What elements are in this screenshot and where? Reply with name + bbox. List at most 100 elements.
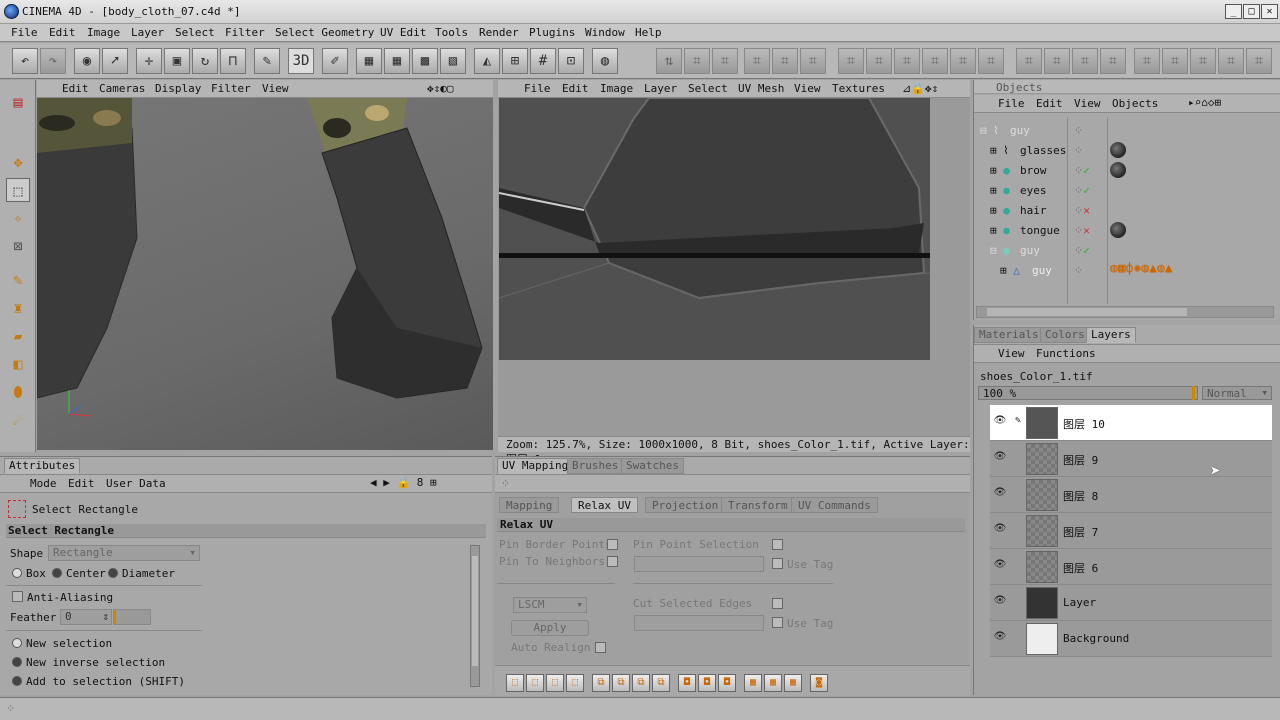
objects-scrollbar[interactable]	[976, 306, 1274, 318]
3d-viewport[interactable]	[37, 98, 493, 450]
material-tag-icon[interactable]	[1110, 162, 1126, 178]
object-row-guy-root[interactable]: ⊟ ⌇ guy ⁘	[974, 120, 1274, 140]
attr-menu-mode[interactable]: Mode	[30, 477, 57, 490]
disabled-tool-13-icon[interactable]: ⌗	[1016, 48, 1042, 74]
subtab-relax-uv[interactable]: Relax UV	[571, 497, 638, 513]
object-row-guy-mesh[interactable]: ⊞ △ guy ⁘ ◍▦ф✺◍▲◍▲	[974, 260, 1274, 280]
disabled-tool-6-icon[interactable]: ⌗	[800, 48, 826, 74]
viewport-menu-display[interactable]: Display	[155, 82, 201, 95]
layer-row-layer[interactable]: 👁 Layer	[990, 585, 1272, 621]
opacity-slider[interactable]: 100 %	[978, 386, 1198, 400]
rotate-icon[interactable]: ↻	[192, 48, 218, 74]
uv-tool-9-icon[interactable]: ◘	[678, 674, 696, 692]
menu-uv-edit[interactable]: UV Edit	[380, 26, 426, 39]
menu-edit[interactable]: Edit	[49, 26, 76, 39]
eye-icon[interactable]: 👁	[992, 487, 1008, 499]
uv-tool-14-icon[interactable]: ▦	[784, 674, 802, 692]
origin-diameter-option[interactable]: Diameter	[108, 567, 175, 580]
object-row-hair[interactable]: ⊞ ● hair ⁘✕	[974, 200, 1274, 220]
uv-points-icon[interactable]: ◭	[474, 48, 500, 74]
uv-tool-8-icon[interactable]: ⧉	[652, 674, 670, 692]
eye-icon[interactable]: 👁	[992, 523, 1008, 535]
menu-file[interactable]: File	[11, 26, 38, 39]
search-icon[interactable]: ▸⌕⌂◇⊞	[1188, 96, 1221, 109]
tab-uv-mapping[interactable]: UV Mapping	[497, 458, 574, 474]
new-inverse-selection-option[interactable]: New inverse selection	[12, 656, 165, 669]
transform-icon[interactable]: ⊠	[6, 234, 30, 258]
pin-point-selection-checkbox[interactable]	[772, 539, 783, 550]
move-tool-icon[interactable]: ✥	[6, 150, 30, 174]
menu-window[interactable]: Window	[585, 26, 625, 39]
checker-2-icon[interactable]: ▦	[384, 48, 410, 74]
render-sphere-icon[interactable]: ◍	[592, 48, 618, 74]
checker-3-icon[interactable]: ▩	[412, 48, 438, 74]
scale-icon[interactable]: ▣	[164, 48, 190, 74]
uv-polygons-icon[interactable]: ⊞	[502, 48, 528, 74]
layer-row-10[interactable]: 👁 ✎ 图层 10	[990, 405, 1272, 441]
tab-materials[interactable]: Materials	[974, 327, 1044, 343]
maximize-button[interactable]: □	[1243, 4, 1260, 19]
disabled-tool-7-icon[interactable]: ⌗	[838, 48, 864, 74]
objects-menu-edit[interactable]: Edit	[1036, 97, 1063, 110]
use-tag-1-checkbox[interactable]: Use Tag	[772, 558, 833, 571]
layout-icon[interactable]: ▤	[6, 90, 30, 114]
pin-to-neighbors-checkbox[interactable]	[607, 556, 618, 567]
brush-icon[interactable]: ✎	[254, 48, 280, 74]
subtab-mapping[interactable]: Mapping	[499, 497, 560, 513]
disabled-tool-10-icon[interactable]: ⌗	[922, 48, 948, 74]
layers-menu-functions[interactable]: Functions	[1036, 347, 1096, 360]
disabled-tool-21-icon[interactable]: ⌗	[1246, 48, 1272, 74]
subtab-transform[interactable]: Transform	[721, 497, 795, 513]
origin-box-option[interactable]: Box	[12, 567, 46, 580]
disabled-tool-17-icon[interactable]: ⌗	[1134, 48, 1160, 74]
disabled-tool-2-icon[interactable]: ⌗	[684, 48, 710, 74]
cut-edges-field[interactable]	[634, 615, 764, 631]
disabled-tool-11-icon[interactable]: ⌗	[950, 48, 976, 74]
brush-icon[interactable]: ✎	[1010, 415, 1026, 427]
uv-tool-7-icon[interactable]: ⧉	[632, 674, 650, 692]
apply-button[interactable]: Apply	[511, 620, 589, 636]
tab-layers[interactable]: Layers	[1086, 327, 1136, 343]
objects-menu-view[interactable]: View	[1074, 97, 1101, 110]
eye-icon[interactable]: 👁	[992, 595, 1008, 607]
texture-menu-view[interactable]: View	[794, 82, 821, 95]
pin-border-points-checkbox[interactable]	[607, 539, 618, 550]
redo-icon[interactable]: ↷	[40, 48, 66, 74]
disabled-tool-16-icon[interactable]: ⌗	[1100, 48, 1126, 74]
viewport-menu-cameras[interactable]: Cameras	[99, 82, 145, 95]
uv-tool-1-icon[interactable]: ⬚	[506, 674, 524, 692]
tab-swatches[interactable]: Swatches	[621, 458, 684, 474]
disabled-tool-12-icon[interactable]: ⌗	[978, 48, 1004, 74]
attr-menu-edit[interactable]: Edit	[68, 477, 95, 490]
move-icon[interactable]: ✛	[136, 48, 162, 74]
layer-row-8[interactable]: 👁 图层 8	[990, 477, 1272, 513]
disabled-tool-19-icon[interactable]: ⌗	[1190, 48, 1216, 74]
subtab-projection[interactable]: Projection	[645, 497, 726, 513]
uv-layout-icon[interactable]: ⊡	[558, 48, 584, 74]
blend-mode-dropdown[interactable]: Normal ▾	[1202, 386, 1272, 400]
uv-tool-13-icon[interactable]: ▦	[764, 674, 782, 692]
texture-menu-file[interactable]: File	[524, 82, 551, 95]
live-selection-icon[interactable]: ◉	[74, 48, 100, 74]
attr-nav-icons[interactable]: ◀ ▶ 🔒 8 ⊞	[370, 476, 437, 489]
texture-menu-edit[interactable]: Edit	[562, 82, 589, 95]
uv-tool-3-icon[interactable]: ⬚	[546, 674, 564, 692]
disabled-tool-8-icon[interactable]: ⌗	[866, 48, 892, 74]
minimize-button[interactable]: _	[1225, 4, 1242, 19]
texture-menu-uv-mesh[interactable]: UV Mesh	[738, 82, 784, 95]
uv-tool-12-icon[interactable]: ▦	[744, 674, 762, 692]
method-dropdown[interactable]: LSCM ▾	[513, 597, 587, 613]
layer-row-7[interactable]: 👁 图层 7	[990, 513, 1272, 549]
projection-paint-icon[interactable]: ✐	[322, 48, 348, 74]
disabled-tool-4-icon[interactable]: ⌗	[744, 48, 770, 74]
disabled-tool-3-icon[interactable]: ⌗	[712, 48, 738, 74]
3d-paint-icon[interactable]: 3D	[288, 48, 314, 74]
texture-menu-select[interactable]: Select	[688, 82, 728, 95]
feather-slider[interactable]	[113, 609, 151, 625]
uv-tool-4-icon[interactable]: ⬚	[566, 674, 584, 692]
menu-render[interactable]: Render	[479, 26, 519, 39]
magnet-icon[interactable]: ⊓	[220, 48, 246, 74]
viewport-menu-view[interactable]: View	[262, 82, 289, 95]
disabled-tool-18-icon[interactable]: ⌗	[1162, 48, 1188, 74]
menu-image[interactable]: Image	[87, 26, 120, 39]
